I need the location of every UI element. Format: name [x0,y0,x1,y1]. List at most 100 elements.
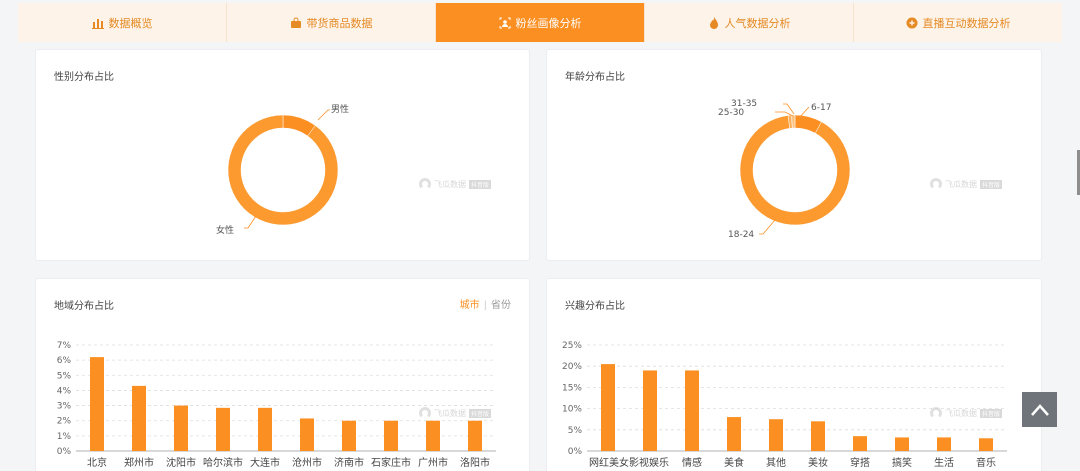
x-tick-label: 其他 [766,456,786,469]
tab-label: 带货商品数据 [306,16,373,30]
watermark-tag: 抖音版 [980,179,1003,189]
x-tick-label: 大连市 [250,456,280,469]
watermark-text: 飞瓜数据 [945,179,977,189]
bar-洛阳市[interactable] [468,420,482,451]
tab-interaction[interactable]: 直播互动数据分析 [854,3,1062,42]
bar-网红美女[interactable] [601,364,615,451]
y-tick-label: 6% [57,356,72,366]
toggle-province[interactable]: 省份 [491,300,511,311]
y-tick-label: 25% [562,341,582,351]
legend-label-female: 女性 [216,224,234,236]
leader-line [759,219,776,235]
bar-其他[interactable] [769,419,783,451]
y-tick-label: 1% [57,432,72,442]
y-tick-label: 3% [57,402,72,412]
interaction-icon [906,17,918,29]
watermark-logo-icon [930,178,942,190]
bar-穿搭[interactable] [853,436,867,451]
tab-label: 人气数据分析 [724,16,791,30]
bar-济南市[interactable] [342,420,356,451]
tab-label: 直播互动数据分析 [922,16,1011,30]
x-tick-label: 济南市 [334,456,364,469]
age-distribution-card: 年龄分布占比 6-17 18-24 25-30 31-35 飞瓜数据 抖音版 [546,49,1042,261]
card-title: 年龄分布占比 [565,72,625,83]
y-tick-label: 2% [57,417,72,427]
tab-label: 数据概览 [108,16,153,30]
region-distribution-card: 地域分布占比 城市 | 省份 0% 1% 2% 3% 4% 5% 6% 7% 北京 郑州市 沈阳市 哈尔滨… [35,278,530,471]
region-toggle: 城市 | 省份 [459,300,511,311]
tab-fans[interactable]: 粉丝画像分析 [436,3,645,42]
y-tick-label: 5% [568,426,583,436]
x-tick-label: 洛阳市 [460,456,490,469]
x-tick-label: 美食 [724,456,744,469]
tab-overview[interactable]: 数据概览 [18,3,227,42]
x-tick-label: 石家庄市 [371,456,411,469]
x-tick-label: 哈尔滨市 [203,456,243,469]
card-title: 地域分布占比 [54,301,114,312]
x-tick-label: 生活 [934,456,954,469]
legend-label-male: 男性 [331,103,349,115]
tab-products[interactable]: 带货商品数据 [227,3,436,42]
leader-line [317,109,330,121]
watermark: 飞瓜数据 抖音版 [419,178,492,190]
bar-哈尔滨市[interactable] [216,407,230,451]
legend-label-31-35: 31-35 [731,99,757,109]
bar-北京[interactable] [90,357,104,451]
legend-label-25-30: 25-30 [718,108,744,118]
watermark-tag: 抖音版 [980,408,1003,418]
bar-郑州市[interactable] [132,385,146,451]
bar-chart-icon [91,17,104,29]
bar-情感[interactable] [685,370,699,451]
leader-line [244,215,257,229]
interest-distribution-card: 兴趣分布占比 0% 5% 10% 15% 20% 25% 网红美女影视娱乐 情感 美食 其他 美妆 穿… [546,278,1042,471]
x-tick-label: 美妆 [808,456,828,469]
card-title: 兴趣分布占比 [565,301,625,312]
y-tick-label: 20% [562,362,582,372]
watermark: 飞瓜数据 抖音版 [930,407,1003,419]
flame-icon [708,16,720,29]
y-tick-label: 5% [57,371,72,381]
bar-美妆[interactable] [811,421,825,451]
tab-bar: 数据概览 带货商品数据 粉丝画像分析 人气数据分析 直播互动数据分析 [18,3,1062,42]
y-tick-label: 10% [562,405,582,415]
bar-石家庄市[interactable] [384,420,398,451]
y-tick-label: 15% [562,383,582,393]
gender-distribution-card: 性别分布占比 男性 女性 飞瓜数据 抖音版 [35,49,530,261]
bar-搞笑[interactable] [895,437,909,451]
watermark-logo-icon [419,407,431,419]
bar-生活[interactable] [937,437,951,451]
bar-大连市[interactable] [258,407,272,451]
bar-沈阳市[interactable] [174,405,188,451]
donut-slice-18-24[interactable] [739,115,851,226]
back-to-top-button[interactable] [1022,392,1057,427]
tab-label: 粉丝画像分析 [515,16,582,30]
watermark: 飞瓜数据 抖音版 [930,178,1003,190]
watermark-text: 飞瓜数据 [434,408,466,418]
watermark-text: 飞瓜数据 [434,179,466,189]
x-tick-label: 沧州市 [292,456,322,469]
bar-沧州市[interactable] [300,418,314,451]
watermark-tag: 抖音版 [469,179,492,189]
donut-slice-女性[interactable] [227,114,339,226]
legend-label-18-24: 18-24 [728,230,754,240]
bar-广州市[interactable] [426,420,440,451]
legend-label-6-17: 6-17 [811,103,831,113]
leader-line [783,103,795,115]
x-tick-label: 广州市 [418,456,448,469]
x-tick-label: 情感 [682,456,702,469]
card-title: 性别分布占比 [54,72,114,83]
bar-影视娱乐[interactable] [643,370,657,451]
watermark-text: 飞瓜数据 [945,408,977,418]
toggle-city[interactable]: 城市 [460,300,480,311]
bar-音乐[interactable] [979,438,993,451]
watermark: 飞瓜数据 抖音版 [419,407,492,419]
x-tick-label: 网红美女影视娱乐 [589,456,669,469]
x-tick-label: 郑州市 [124,456,154,469]
y-tick-label: 0% [57,447,72,457]
donut-slice-31-35[interactable] [791,114,796,129]
x-tick-label: 搞笑 [892,456,912,469]
portrait-scan-icon [499,17,511,29]
bar-美食[interactable] [727,417,741,451]
tab-popularity[interactable]: 人气数据分析 [645,3,854,42]
watermark-logo-icon [930,407,942,419]
